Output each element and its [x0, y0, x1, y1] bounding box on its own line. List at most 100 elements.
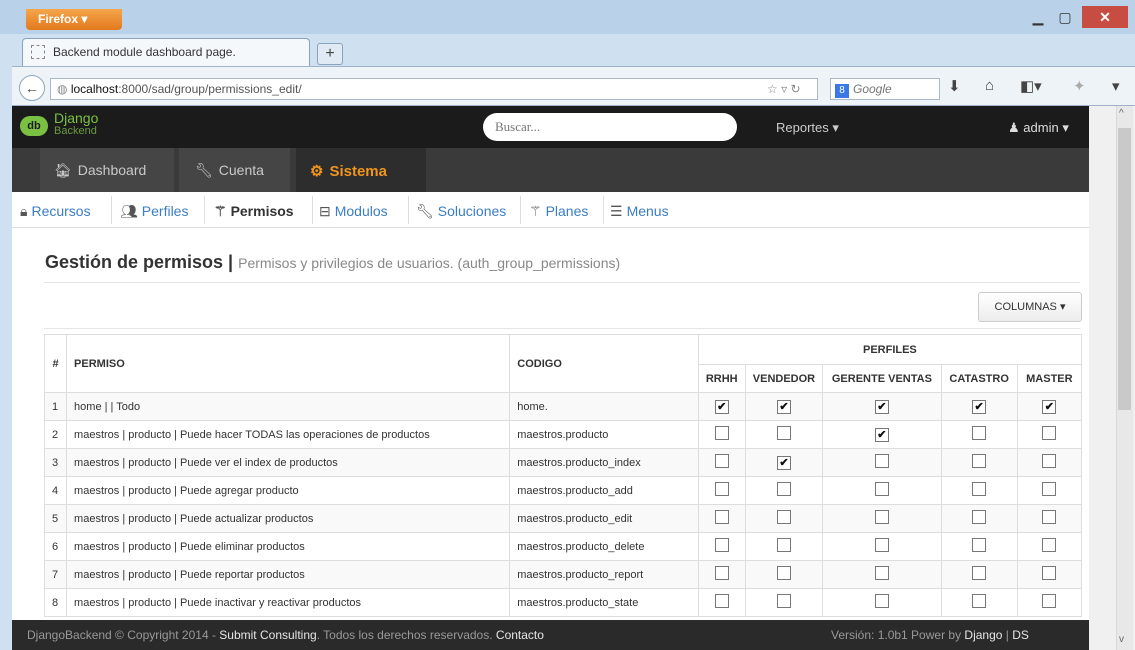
subnav-soluciones[interactable]: 🔧︎ Soluciones: [416, 203, 506, 220]
minimize-button[interactable]: ▁: [1027, 6, 1049, 28]
firefox-menu-button[interactable]: Firefox ▾: [26, 9, 122, 30]
tab-sistema-label: Sistema: [329, 163, 387, 180]
unchecked-checkbox[interactable]: [776, 426, 791, 440]
search-field[interactable]: 8 Google: [830, 78, 940, 100]
unchecked-checkbox[interactable]: [714, 538, 729, 552]
scrollbar-thumb[interactable]: [1118, 128, 1131, 410]
url-bar[interactable]: ◍ localhost:8000/sad/group/permissions_e…: [50, 78, 818, 100]
footer-django-link[interactable]: Django: [964, 628, 1002, 642]
main-nav: 🏠︎ Dashboard 🔧︎ Cuenta ⚙ Sistema: [12, 148, 1089, 192]
maximize-button[interactable]: ▢: [1054, 6, 1076, 28]
app-brand[interactable]: Django Backend: [54, 111, 98, 138]
unchecked-checkbox[interactable]: [1042, 594, 1057, 608]
subnav-planes[interactable]: ⚚ Planes: [529, 203, 588, 220]
checkbox-cell: [1016, 420, 1083, 449]
footer-ds-link[interactable]: DS: [1012, 628, 1029, 642]
unchecked-checkbox[interactable]: [874, 594, 889, 608]
unchecked-checkbox[interactable]: [714, 454, 729, 468]
scroll-up-icon[interactable]: ^: [1119, 108, 1124, 119]
extension-icon[interactable]: ◧▾: [1020, 77, 1042, 95]
subnav-permisos[interactable]: ⚚ Permisos: [214, 203, 294, 220]
dropdown-arrow-icon[interactable]: ▿: [781, 82, 787, 96]
close-window-button[interactable]: ✕: [1082, 6, 1128, 28]
col-header-profile: VENDEDOR: [744, 364, 824, 393]
subnav-recursos[interactable]: 🔒︎ Recursos: [20, 203, 91, 220]
footer-company-link[interactable]: Submit Consulting: [219, 628, 316, 642]
unchecked-checkbox[interactable]: [874, 510, 889, 524]
checkbox-cell: ✔: [744, 392, 824, 421]
unchecked-checkbox[interactable]: [1042, 566, 1057, 580]
browser-tab[interactable]: Backend module dashboard page.: [22, 38, 310, 66]
unchecked-checkbox[interactable]: [972, 538, 987, 552]
checkbox-cell: [822, 588, 942, 617]
unchecked-checkbox[interactable]: [874, 566, 889, 580]
puzzle-icon[interactable]: ✦: [1073, 77, 1086, 95]
url-host: localhost: [70, 82, 119, 96]
reload-icon[interactable]: ↻: [790, 82, 800, 96]
checked-checkbox[interactable]: ✔: [1042, 399, 1057, 414]
unchecked-checkbox[interactable]: [874, 538, 889, 552]
unchecked-checkbox[interactable]: [1042, 454, 1057, 468]
unchecked-checkbox[interactable]: [776, 594, 791, 608]
unchecked-checkbox[interactable]: [776, 538, 791, 552]
unchecked-checkbox[interactable]: [776, 510, 791, 524]
unchecked-checkbox[interactable]: [714, 566, 729, 580]
scrollbar[interactable]: ^ v: [1089, 106, 1135, 650]
divider: [520, 196, 521, 224]
checkbox-cell: [744, 504, 824, 533]
subnav-modulos-label: Modulos: [334, 203, 388, 219]
sub-nav: 🔒︎ Recursos 👥︎ Perfiles ⚚ Permisos ⊟ Modulos…: [12, 192, 1089, 228]
unchecked-checkbox[interactable]: [776, 482, 791, 496]
bookmark-star-icon[interactable]: ☆: [767, 82, 778, 96]
tab-sistema[interactable]: ⚙ Sistema: [296, 148, 426, 192]
home-icon[interactable]: ⌂: [985, 77, 994, 94]
checked-checkbox[interactable]: ✔: [776, 455, 791, 470]
admin-dropdown[interactable]: ♟ admin ▾: [1008, 120, 1069, 136]
unchecked-checkbox[interactable]: [1042, 426, 1057, 440]
new-tab-button[interactable]: +: [317, 43, 343, 65]
menu-chevron-icon[interactable]: ▾: [1112, 77, 1120, 95]
download-icon[interactable]: ⬇: [948, 77, 961, 95]
unchecked-checkbox[interactable]: [714, 426, 729, 440]
unchecked-checkbox[interactable]: [776, 566, 791, 580]
col-header-profile: RRHH: [697, 364, 746, 393]
col-header-codigo[interactable]: CODIGO: [509, 334, 699, 393]
checked-checkbox[interactable]: ✔: [874, 427, 889, 442]
unchecked-checkbox[interactable]: [972, 510, 987, 524]
unchecked-checkbox[interactable]: [972, 566, 987, 580]
columns-button[interactable]: COLUMNAS ▾: [978, 292, 1082, 322]
tab-dashboard[interactable]: 🏠︎ Dashboard: [40, 148, 174, 192]
unchecked-checkbox[interactable]: [972, 426, 987, 440]
unchecked-checkbox[interactable]: [1042, 482, 1057, 496]
app-search-input[interactable]: Buscar...: [483, 113, 737, 141]
tab-cuenta[interactable]: 🔧︎ Cuenta: [179, 148, 290, 192]
app-logo[interactable]: db: [20, 116, 48, 136]
checked-checkbox[interactable]: ✔: [776, 399, 791, 414]
back-arrow-icon[interactable]: ←: [19, 75, 45, 101]
unchecked-checkbox[interactable]: [714, 482, 729, 496]
checked-checkbox[interactable]: ✔: [714, 399, 729, 414]
unchecked-checkbox[interactable]: [972, 594, 987, 608]
unchecked-checkbox[interactable]: [1042, 510, 1057, 524]
col-header-num: #: [43, 334, 68, 393]
unchecked-checkbox[interactable]: [972, 454, 987, 468]
col-header-permiso[interactable]: PERMISO: [66, 334, 511, 393]
unchecked-checkbox[interactable]: [874, 454, 889, 468]
checked-checkbox[interactable]: ✔: [874, 399, 889, 414]
unchecked-checkbox[interactable]: [972, 482, 987, 496]
unchecked-checkbox[interactable]: [714, 510, 729, 524]
lock-icon: 🔒︎: [20, 203, 28, 219]
footer-contact-link[interactable]: Contacto: [496, 628, 544, 642]
reportes-dropdown[interactable]: Reportes ▾: [776, 120, 839, 136]
checked-checkbox[interactable]: ✔: [972, 399, 987, 414]
subnav-modulos[interactable]: ⊟ Modulos: [319, 203, 388, 220]
scroll-down-icon[interactable]: v: [1119, 634, 1124, 645]
subnav-perfiles[interactable]: 👥︎ Perfiles: [120, 203, 188, 220]
unchecked-checkbox[interactable]: [714, 594, 729, 608]
col-header-profile: CATASTRO: [940, 364, 1018, 393]
checkbox-cell: [940, 448, 1018, 477]
subnav-menus[interactable]: ☰ Menus: [610, 203, 669, 220]
checkbox-cell: [697, 532, 746, 561]
unchecked-checkbox[interactable]: [874, 482, 889, 496]
unchecked-checkbox[interactable]: [1042, 538, 1057, 552]
